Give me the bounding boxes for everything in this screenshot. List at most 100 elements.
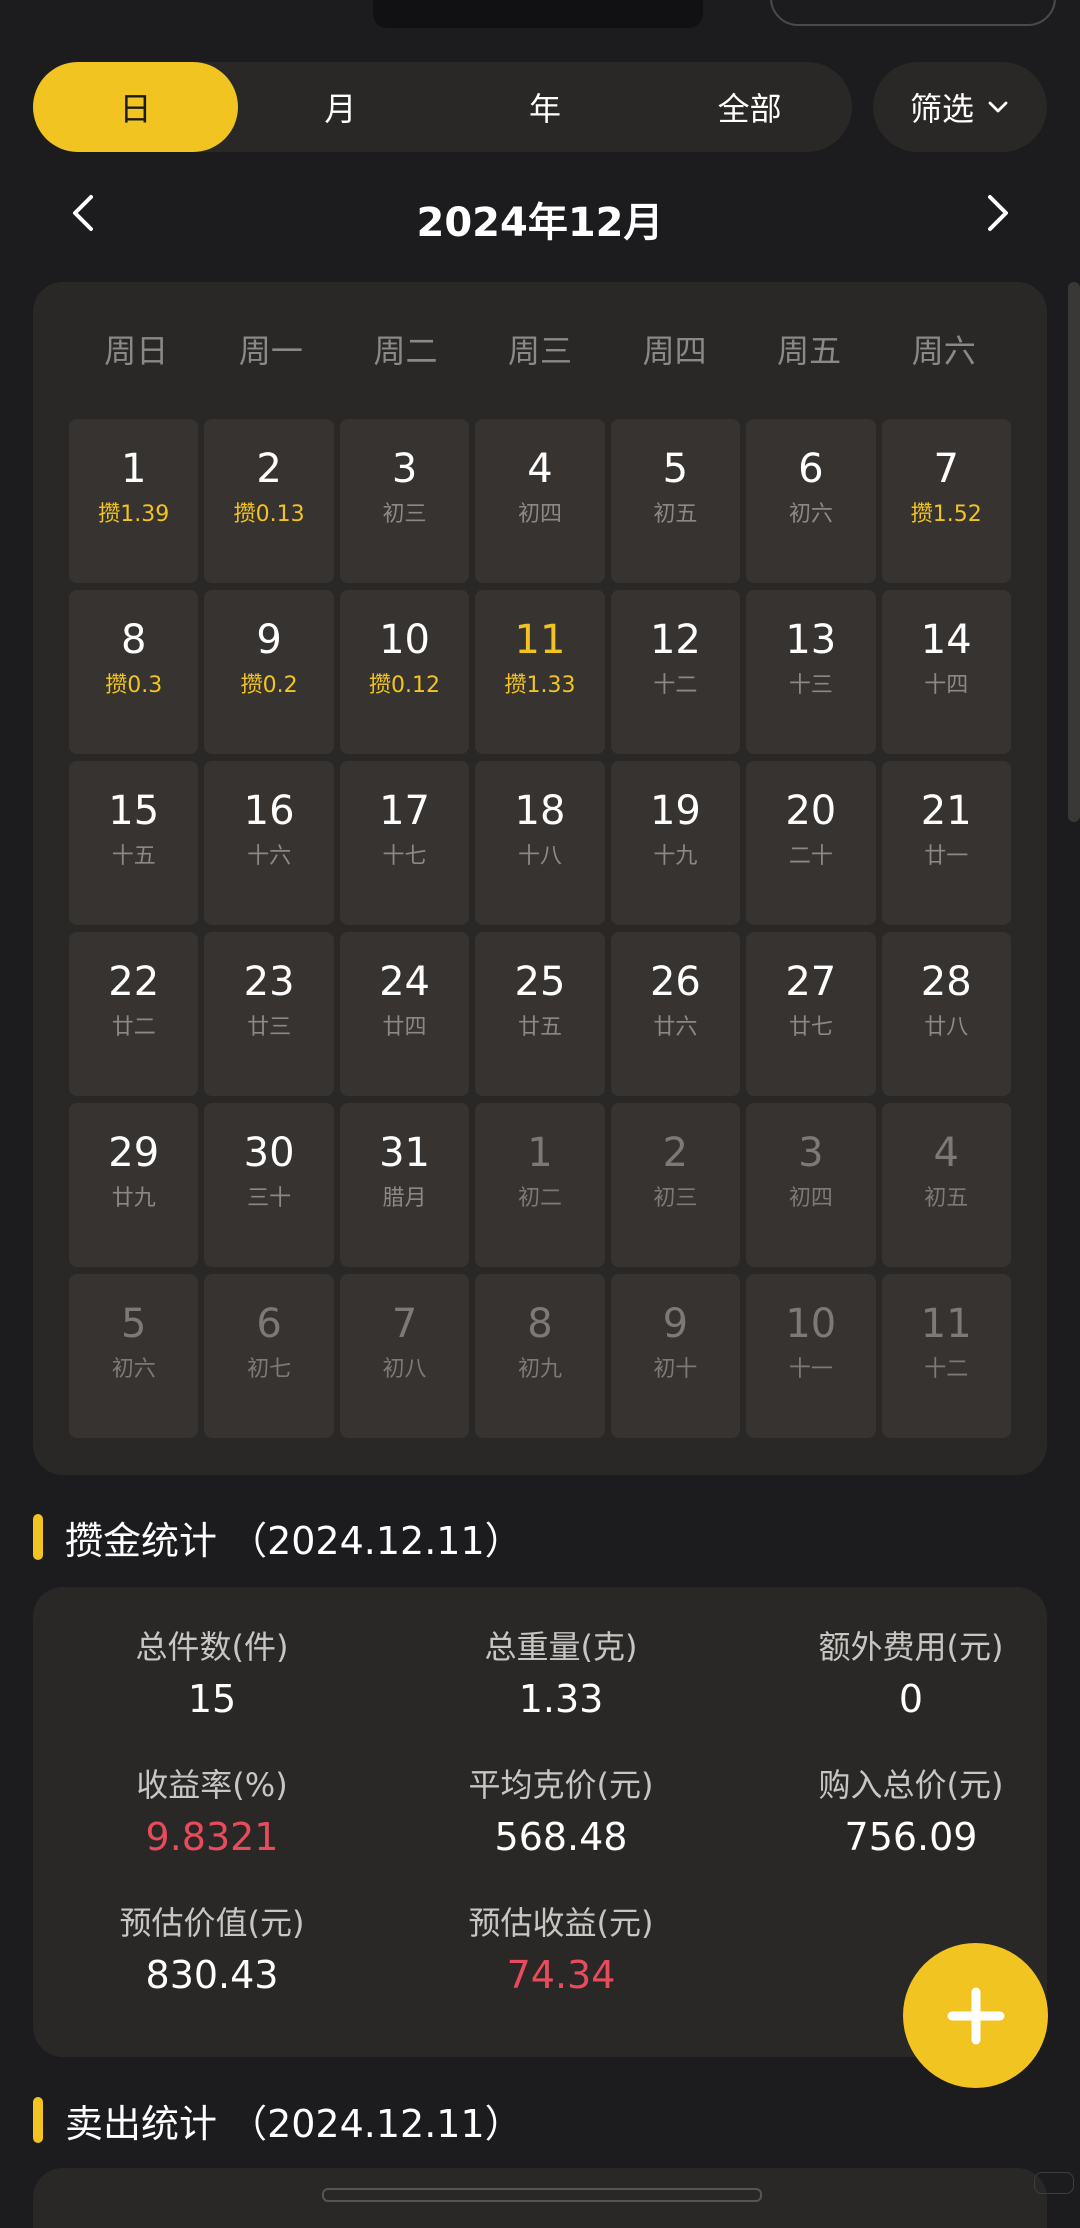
calendar-day[interactable]: 31 腊月 bbox=[339, 1103, 470, 1267]
calendar-day[interactable]: 13 十三 bbox=[746, 590, 876, 754]
day-lunar-date: 初七 bbox=[247, 1357, 292, 1382]
calendar-day-selected[interactable]: 11 攒1.33 bbox=[475, 590, 605, 754]
day-number: 23 bbox=[243, 959, 295, 1005]
next-month-button[interactable] bbox=[975, 190, 1021, 236]
sold-stats-heading: 卖出统计 （2024.12.11） bbox=[33, 2095, 523, 2146]
calendar-day[interactable]: 22 廿二 bbox=[69, 932, 199, 1096]
day-number: 4 bbox=[933, 1130, 959, 1176]
tab-2[interactable]: 年 bbox=[443, 62, 648, 152]
sold-stats-title: 卖出统计 （2024.12.11） bbox=[65, 2101, 523, 2146]
calendar-day[interactable]: 9 初十 bbox=[610, 1274, 741, 1438]
calendar-day[interactable]: 4 初四 bbox=[475, 419, 605, 583]
weekday-label: 周一 bbox=[238, 332, 303, 370]
day-lunar-date: 三十 bbox=[247, 1186, 292, 1211]
day-number: 17 bbox=[379, 788, 430, 834]
day-saved-amount: 攒0.13 bbox=[233, 502, 305, 527]
calendar-day[interactable]: 6 初七 bbox=[204, 1274, 334, 1438]
calendar-day[interactable]: 2 初三 bbox=[610, 1103, 741, 1267]
savings-stats-card: 总件数(件) 15 总重量(克) 1.33 额外费用(元) 0 收益率(%) 9.8321 平均… bbox=[33, 1587, 1047, 2057]
calendar-day[interactable]: 3 初三 bbox=[339, 419, 470, 583]
stat-item: 总件数(件) 15 bbox=[55, 1627, 369, 1721]
day-number: 28 bbox=[920, 959, 972, 1005]
calendar-day[interactable]: 16 十六 bbox=[204, 761, 334, 925]
calendar-day[interactable]: 30 三十 bbox=[204, 1103, 334, 1267]
day-lunar-date: 初九 bbox=[517, 1357, 562, 1382]
calendar-day[interactable]: 9 攒0.2 bbox=[204, 590, 334, 754]
day-number: 31 bbox=[379, 1130, 430, 1176]
calendar-day[interactable]: 27 廿七 bbox=[746, 932, 876, 1096]
calendar-day[interactable]: 28 廿八 bbox=[881, 932, 1011, 1096]
tab-1[interactable]: 月 bbox=[238, 62, 443, 152]
camera-notch bbox=[373, 0, 703, 28]
day-lunar-date: 二十 bbox=[788, 844, 833, 869]
day-lunar-date: 十五 bbox=[111, 844, 156, 869]
top-action-pill[interactable] bbox=[770, 0, 1056, 26]
day-number: 2 bbox=[662, 1130, 689, 1176]
day-lunar-date: 廿六 bbox=[653, 1015, 698, 1040]
calendar-day[interactable]: 7 攒1.52 bbox=[881, 419, 1011, 583]
calendar-day[interactable]: 6 初六 bbox=[746, 419, 876, 583]
calendar-day[interactable]: 2 攒0.13 bbox=[204, 419, 334, 583]
day-number: 3 bbox=[391, 446, 418, 492]
day-number: 6 bbox=[256, 1301, 282, 1347]
stat-value: 0 bbox=[898, 1677, 924, 1721]
weekday-label: 周三 bbox=[508, 332, 573, 370]
calendar-day[interactable]: 19 十九 bbox=[610, 761, 741, 925]
stat-value: 830.43 bbox=[145, 1953, 279, 1997]
tab-3[interactable]: 全部 bbox=[647, 62, 852, 152]
day-number: 21 bbox=[920, 788, 972, 834]
calendar-day[interactable]: 23 廿三 bbox=[204, 932, 334, 1096]
day-number: 20 bbox=[785, 788, 837, 834]
day-number: 1 bbox=[527, 1130, 553, 1176]
calendar-day[interactable]: 18 十八 bbox=[475, 761, 605, 925]
scrollbar[interactable] bbox=[1068, 282, 1080, 822]
day-saved-amount: 攒0.12 bbox=[369, 673, 441, 698]
calendar-day[interactable]: 24 廿四 bbox=[339, 932, 470, 1096]
calendar-day[interactable]: 12 十二 bbox=[610, 590, 741, 754]
tab-0[interactable]: 日 bbox=[33, 62, 238, 152]
calendar-day[interactable]: 1 初二 bbox=[475, 1103, 605, 1267]
calendar-day[interactable]: 5 初五 bbox=[610, 419, 741, 583]
calendar-day[interactable]: 25 廿五 bbox=[475, 932, 605, 1096]
calendar-day[interactable]: 15 十五 bbox=[69, 761, 199, 925]
day-number: 15 bbox=[108, 788, 160, 834]
savings-stats-title: 攒金统计 （2024.12.11） bbox=[65, 1518, 523, 1563]
day-number: 1 bbox=[120, 446, 147, 492]
stat-label: 购入总价(元) bbox=[818, 1766, 1004, 1804]
calendar-day[interactable]: 5 初六 bbox=[69, 1274, 199, 1438]
calendar-day[interactable]: 21 廿一 bbox=[881, 761, 1011, 925]
day-number: 9 bbox=[662, 1301, 689, 1347]
add-button[interactable] bbox=[903, 1943, 1048, 2088]
calendar-day[interactable]: 1 攒1.39 bbox=[69, 419, 199, 583]
calendar-day[interactable]: 29 廿九 bbox=[69, 1103, 199, 1267]
day-lunar-date: 十三 bbox=[788, 673, 833, 698]
stat-item: 收益率(%) 9.8321 bbox=[55, 1765, 369, 1859]
day-number: 10 bbox=[379, 617, 430, 663]
day-number: 12 bbox=[649, 617, 701, 663]
day-lunar-date: 十一 bbox=[788, 1357, 833, 1382]
calendar-day[interactable]: 14 十四 bbox=[881, 590, 1011, 754]
day-lunar-date: 廿九 bbox=[111, 1186, 156, 1211]
calendar-grid: 1 攒1.39 2 攒0.13 3 初三 4 初四 5 初五 6 初六 7 攒1.52 8 攒0.3 9 攒0.2… bbox=[69, 419, 1011, 1445]
filter-button[interactable]: 筛选 bbox=[873, 62, 1047, 152]
stat-value: 15 bbox=[187, 1677, 237, 1721]
calendar-day[interactable]: 3 初四 bbox=[746, 1103, 876, 1267]
day-lunar-date: 廿一 bbox=[924, 844, 969, 869]
day-lunar-date: 十二 bbox=[924, 1357, 969, 1382]
calendar-day[interactable]: 10 十一 bbox=[746, 1274, 876, 1438]
calendar-day[interactable]: 8 初九 bbox=[475, 1274, 605, 1438]
day-saved-amount: 攒1.52 bbox=[910, 502, 982, 527]
calendar-day[interactable]: 26 廿六 bbox=[610, 932, 741, 1096]
calendar-day[interactable]: 8 攒0.3 bbox=[69, 590, 199, 754]
stat-label: 额外费用(元) bbox=[818, 1628, 1004, 1666]
calendar-day[interactable]: 11 十二 bbox=[881, 1274, 1011, 1438]
day-lunar-date: 腊月 bbox=[382, 1186, 427, 1211]
day-lunar-date: 廿二 bbox=[111, 1015, 156, 1040]
calendar-day[interactable]: 10 攒0.12 bbox=[339, 590, 470, 754]
calendar-day[interactable]: 17 十七 bbox=[339, 761, 470, 925]
calendar-day[interactable]: 20 二十 bbox=[746, 761, 876, 925]
calendar-day[interactable]: 4 初五 bbox=[881, 1103, 1011, 1267]
calendar-day[interactable]: 7 初八 bbox=[339, 1274, 470, 1438]
day-number: 19 bbox=[649, 788, 701, 834]
filter-label: 筛选 bbox=[909, 90, 974, 128]
